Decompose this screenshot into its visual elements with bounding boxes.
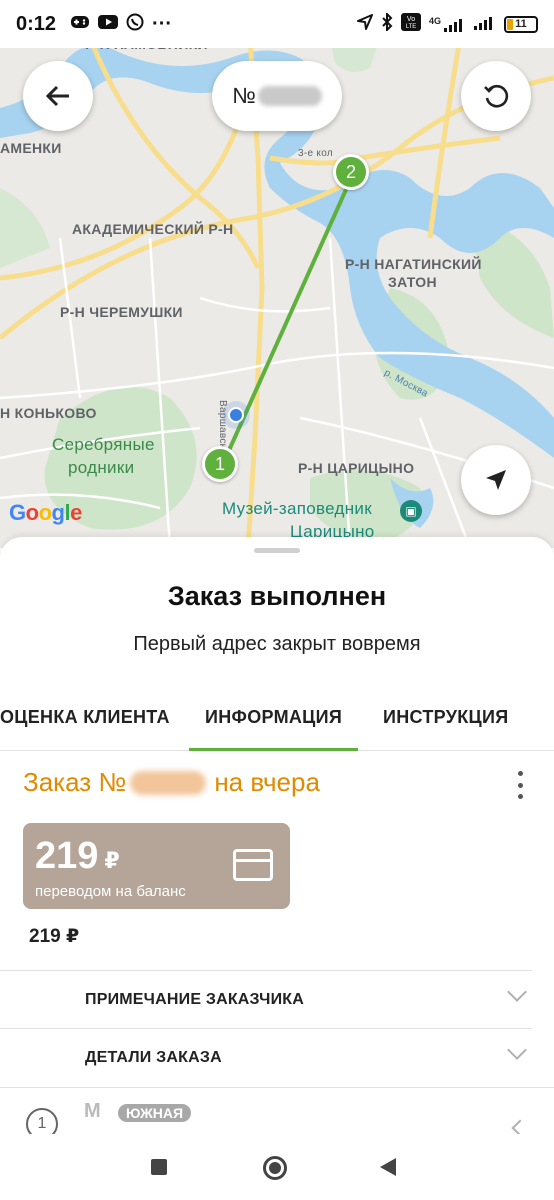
order-details-section[interactable]: ДЕТАЛИ ЗАКАЗА [0,1028,532,1086]
status-bar: 0:12 ··· Vo LTE 4G 11 [0,0,554,48]
navigation-arrow-icon [486,470,506,490]
map-label-tsaritsyno: Р-Н ЦАРИЦЫНО [298,460,415,476]
more-notifications-icon: ··· [152,12,173,35]
order-heading-prefix: Заказ № [23,767,127,797]
stop-number: 1 [26,1108,58,1134]
map-label-konkovo: Н КОНЬКОВО [0,405,97,421]
recents-button[interactable] [151,1159,167,1175]
map-label-akademichesky: АКАДЕМИЧЕСКИЙ Р-Н [72,221,234,237]
network-type: 4G [428,16,441,26]
battery-level: 11 [515,17,527,30]
current-location-dot [228,407,244,423]
svg-text:LTE: LTE [406,24,417,30]
order-number-redacted [257,86,322,106]
navigate-button[interactable] [461,445,531,515]
signal-4g-icon: 4G [429,16,466,32]
order-number-pill[interactable]: № [212,61,342,131]
chevron-down-icon [507,1040,527,1060]
route-marker-2[interactable]: 2 [333,154,369,190]
order-price: 219 ₽ [29,926,80,947]
tab-instructions[interactable]: ИНСТРУКЦИЯ [383,707,508,728]
payment-amount: 219 ₽ [35,835,120,878]
sheet-drag-handle[interactable] [254,548,300,553]
route-marker-1[interactable]: 1 [202,446,238,482]
order-heading-suffix: на вчера [214,767,320,797]
location-icon [356,13,373,35]
map-label-nagatinsky-zaton: ЗАТОН [388,274,437,290]
battery-icon: 11 [504,15,538,33]
google-logo: Google [9,500,82,525]
credit-card-icon [233,849,273,881]
metro-icon: М [84,1100,101,1122]
refresh-icon [484,84,509,108]
map-label-museum: Музей-заповедник [222,499,372,518]
youtube-icon [98,14,119,34]
tab-information[interactable]: ИНФОРМАЦИЯ [188,707,359,751]
tab-client-rating[interactable]: ОЦЕНКА КЛИЕНТА [0,707,170,728]
route-stop-row[interactable]: 1 М ЮЖНАЯ [0,1087,554,1134]
order-details-label: ДЕТАЛИ ЗАКАЗА [85,1049,222,1066]
whatsapp-icon [126,13,144,36]
order-status-title: Заказ выполнен [167,581,387,611]
payment-card: 219 ₽ переводом на баланс [23,823,290,909]
payment-currency: ₽ [104,848,120,873]
payment-method: переводом на баланс [35,883,186,900]
order-number-prefix: № [232,83,256,108]
map-label-ramenki: АМЕНКИ [0,140,62,156]
payment-amount-value: 219 [35,835,99,877]
arrow-left-icon [45,85,69,107]
tab-bar: ОЦЕНКА КЛИЕНТА ИНФОРМАЦИЯ ИНСТРУКЦИЯ [0,687,554,751]
chevron-left-icon [511,1119,529,1134]
museum-icon: ▣ [400,500,422,522]
map-label-rodniki: родники [68,458,135,477]
gamepad-icon [70,15,90,34]
customer-note-section[interactable]: ПРИМЕЧАНИЕ ЗАКАЗЧИКА [0,970,532,1028]
status-time: 0:12 [16,12,57,35]
order-number-redacted-heading [130,770,207,795]
map-label-serebryanye: Серебряные [52,435,155,454]
order-status-subtitle: Первый адрес закрыт вовремя [133,633,421,655]
map-label-ring-road: 3-е кол [298,148,333,159]
chevron-down-icon [507,982,527,1002]
order-heading: Заказ № на вчера [23,767,320,798]
signal-icon [474,14,496,35]
customer-note-label: ПРИМЕЧАНИЕ ЗАКАЗЧИКА [85,991,305,1008]
home-button[interactable] [263,1156,287,1180]
back-nav-button[interactable] [380,1158,396,1176]
metro-station-badge: ЮЖНАЯ [118,1104,192,1122]
svg-text:Vo: Vo [407,16,415,23]
volte-icon: Vo LTE [400,12,421,36]
map-label-nagatinsky: Р-Н НАГАТИНСКИЙ [345,256,482,272]
map-label-cheremushki: Р-Н ЧЕРЕМУШКИ [60,304,183,320]
system-nav-bar [0,1134,554,1200]
more-options-icon[interactable] [514,771,526,799]
bluetooth-icon [381,11,393,36]
refresh-button[interactable] [461,61,531,131]
order-bottom-sheet[interactable]: Заказ выполнен Первый адрес закрыт вовре… [0,537,554,1134]
back-button[interactable] [23,61,93,131]
